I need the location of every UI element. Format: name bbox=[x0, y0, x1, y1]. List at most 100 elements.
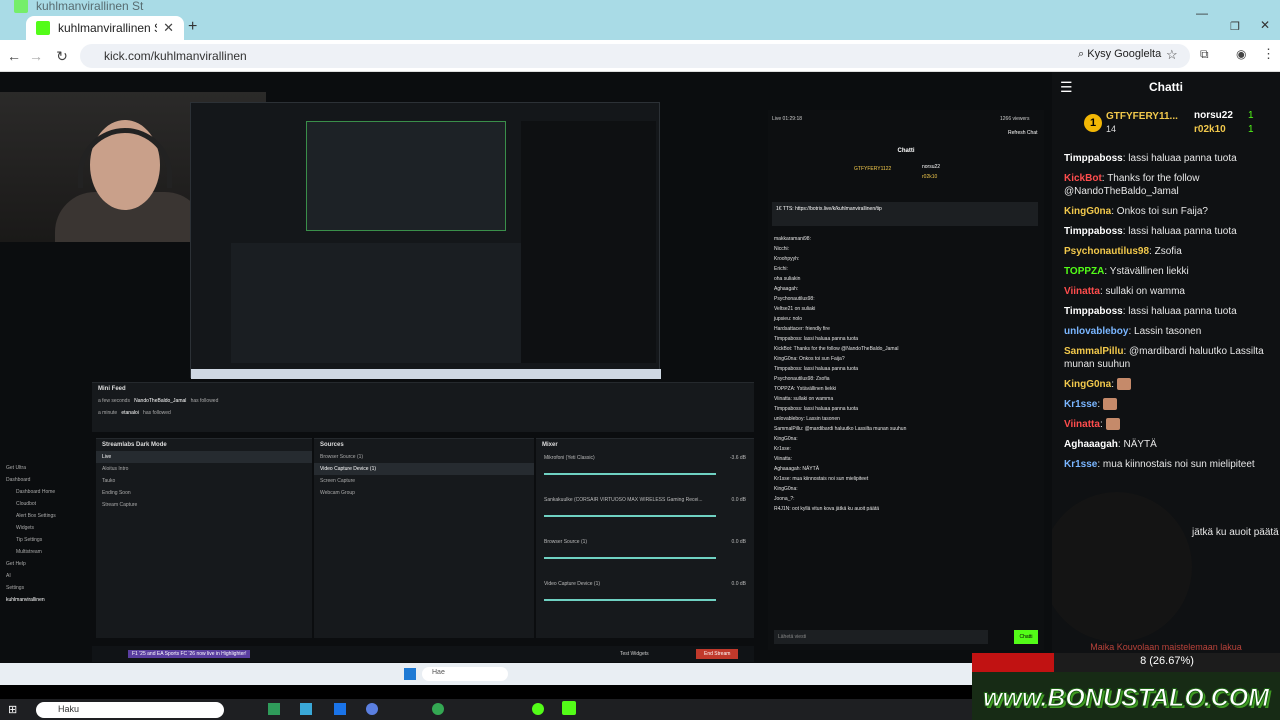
mixer-name: Sankakuulke (CORSAIR VIRTUOSO MAX WIRELE… bbox=[544, 497, 703, 503]
scene-item[interactable]: Ending Soon bbox=[96, 487, 312, 499]
embed-chat-line: KickBot: Thanks for the follow @NandoThe… bbox=[774, 346, 899, 352]
taskbar-search-box[interactable]: Haku bbox=[36, 702, 224, 718]
chat-username[interactable]: Timppaboss bbox=[1064, 153, 1123, 164]
close-window-icon[interactable]: ✕ bbox=[1260, 18, 1270, 32]
minimize-icon[interactable]: — bbox=[1196, 6, 1208, 20]
app-icon[interactable] bbox=[334, 703, 346, 715]
app-icon[interactable] bbox=[300, 703, 312, 715]
new-tab-icon[interactable]: + bbox=[188, 18, 197, 36]
embed-chat-list: makkaramani98: Nicchi: Kroohpyyh: Erichi… bbox=[768, 234, 1044, 514]
sidebar-item[interactable]: Dashboard Home bbox=[0, 486, 90, 498]
chat-text: lassi haluaa panna tuota bbox=[1128, 306, 1237, 317]
ask-google-button[interactable]: ⌕ Kysy Googlelta bbox=[1078, 48, 1161, 61]
profile-icon[interactable]: ◉ bbox=[1236, 47, 1246, 61]
leader-count: 1 bbox=[1248, 124, 1254, 135]
mixer-channel: Mikrofoni (Yeti Classic) -3.6 dB bbox=[536, 451, 754, 493]
embed-send-button[interactable]: Chatti bbox=[1014, 630, 1038, 644]
sidebar-item[interactable]: Widgets bbox=[0, 522, 90, 534]
mixer-name: Video Capture Device (1) bbox=[544, 581, 601, 587]
source-item[interactable]: Webcam Group bbox=[314, 487, 534, 499]
embed-chat-line: Erichi: bbox=[774, 266, 788, 272]
test-widgets-button[interactable]: Test Widgets bbox=[620, 651, 649, 657]
embed-chat-line: makkaramani98: bbox=[774, 236, 811, 242]
chat-username[interactable]: KingG0na bbox=[1064, 206, 1111, 217]
chat-username[interactable]: Viinatta bbox=[1064, 419, 1100, 430]
menu-dots-icon[interactable]: ⋮ bbox=[1262, 46, 1275, 62]
chat-username[interactable]: KingG0na bbox=[1064, 379, 1111, 390]
chrome-icon[interactable] bbox=[432, 703, 444, 715]
chat-username[interactable]: unlovableboy bbox=[1064, 326, 1128, 337]
chat-username[interactable]: Kr1sse bbox=[1064, 459, 1097, 470]
chat-username[interactable]: Viinatta bbox=[1064, 286, 1100, 297]
windows-start-icon[interactable] bbox=[404, 668, 416, 680]
volume-slider[interactable] bbox=[544, 473, 716, 475]
app-icon[interactable] bbox=[532, 703, 544, 715]
scene-item[interactable]: Aloitus Intro bbox=[96, 463, 312, 475]
url-field[interactable]: kick.com/kuhlmanvirallinen bbox=[80, 44, 1190, 68]
source-item[interactable]: Video Capture Device (1) bbox=[314, 463, 534, 475]
sidebar-item[interactable]: Multistream bbox=[0, 546, 90, 558]
sidebar-item[interactable]: Settings bbox=[0, 582, 90, 594]
chat-username[interactable]: Kr1sse bbox=[1064, 399, 1097, 410]
chat-username[interactable]: SammalPillu bbox=[1064, 346, 1123, 357]
sidebar-item[interactable]: Alert Box Settings bbox=[0, 510, 90, 522]
stream-video[interactable]: Mini Feed a few seconds NandoTheBaldo_Ja… bbox=[0, 72, 1052, 663]
end-stream-button[interactable]: End Stream bbox=[696, 649, 739, 659]
chat-username[interactable]: TOPPZA bbox=[1064, 266, 1104, 277]
chat-message: Kr1sse: mua kiinnostais noi sun mielipit… bbox=[1064, 459, 1255, 470]
embed-chat-line: R4J1N: oot kyllä vitun kova jätkä ku auo… bbox=[774, 506, 880, 512]
reload-icon[interactable]: ↻ bbox=[52, 46, 72, 66]
chat-username[interactable]: Psychonautilus98 bbox=[1064, 246, 1149, 257]
mixer-panel: Mixer Mikrofoni (Yeti Classic) -3.6 dB Sa… bbox=[536, 438, 754, 638]
scene-item[interactable]: Tauko bbox=[96, 475, 312, 487]
sidebar-item[interactable]: Tip Settings bbox=[0, 534, 90, 546]
scene-item[interactable]: Live bbox=[96, 451, 312, 463]
chat-message: Viinatta: bbox=[1052, 418, 1280, 431]
sidebar-item[interactable]: Dashboard bbox=[0, 474, 90, 486]
sidebar-item[interactable]: Cloudbot bbox=[0, 498, 90, 510]
embed-chat-input[interactable]: Lähetä viesti bbox=[774, 630, 988, 644]
kick-app-icon[interactable] bbox=[562, 701, 576, 715]
chat-username[interactable]: KickBot bbox=[1064, 173, 1102, 184]
forward-icon[interactable]: → bbox=[26, 46, 46, 66]
chat-username[interactable]: Timppaboss bbox=[1064, 226, 1123, 237]
sidebar-item[interactable]: Get Help bbox=[0, 558, 90, 570]
close-tab-icon[interactable]: ✕ bbox=[163, 20, 174, 36]
restore-icon[interactable]: ❐ bbox=[1230, 20, 1240, 33]
volume-slider[interactable] bbox=[544, 557, 716, 559]
back-icon[interactable]: ← bbox=[4, 46, 24, 66]
app-icon[interactable] bbox=[268, 703, 280, 715]
channel-name[interactable]: kuhlmanvirallinen bbox=[0, 594, 90, 606]
volume-slider[interactable] bbox=[544, 599, 716, 601]
chat-title: Chatti bbox=[1149, 80, 1183, 94]
embed-chat-line: oha suliakin bbox=[774, 276, 801, 282]
sidebar-item[interactable]: Get Ultra bbox=[0, 462, 90, 474]
chat-panel: ☰ Chatti 1 GTFYFERY11... 14 norsu22 1 r0… bbox=[1052, 72, 1280, 663]
scene-item[interactable]: Stream Capture bbox=[96, 499, 312, 511]
source-item[interactable]: Browser Source (1) bbox=[314, 451, 534, 463]
volume-slider[interactable] bbox=[544, 515, 716, 517]
promo-banner[interactable]: F1 '25 and EA Sports FC '26 now live in … bbox=[128, 650, 251, 658]
chat-message: SammalPillu: @mardibardi haluutko Lassil… bbox=[1064, 346, 1264, 370]
app-icon[interactable] bbox=[366, 703, 378, 715]
extensions-icon[interactable]: ⧉ bbox=[1200, 47, 1209, 62]
captured-search-box[interactable]: Hae bbox=[422, 667, 508, 681]
feed-item: a minute etanaloi has followed bbox=[92, 407, 754, 419]
source-item[interactable]: Screen Capture bbox=[314, 475, 534, 487]
feed-action: has followed bbox=[190, 398, 219, 404]
windows-start-icon[interactable]: ⊞ bbox=[8, 703, 17, 716]
sidebar-item[interactable]: AI bbox=[0, 570, 90, 582]
refresh-chat-button[interactable]: Refresh Chat bbox=[1008, 130, 1037, 136]
bonustalo-logo: www.BONUSTALO.COM bbox=[982, 684, 1270, 713]
bookmark-star-icon[interactable]: ☆ bbox=[1166, 47, 1178, 63]
chat-message: Viinatta: sullaki on wamma bbox=[1064, 286, 1185, 297]
chat-message: Psychonautilus98: Zsofia bbox=[1064, 246, 1182, 257]
browser-tab-inactive[interactable]: kuhlmanvirallinen Stream - Wa bbox=[4, 0, 154, 13]
chat-username[interactable]: Aghaaagah bbox=[1064, 439, 1118, 450]
chat-message: TOPPZA: Ystävällinen liekki bbox=[1064, 266, 1189, 277]
feed-time: a few seconds bbox=[98, 398, 130, 404]
chat-username[interactable]: Timppaboss bbox=[1064, 306, 1123, 317]
embed-chat-line: Kr1sse: bbox=[774, 446, 791, 452]
browser-tab-active[interactable]: kuhlmanvirallinen Stream - Wa ✕ bbox=[26, 16, 184, 40]
url-text: kick.com/kuhlmanvirallinen bbox=[104, 49, 247, 63]
